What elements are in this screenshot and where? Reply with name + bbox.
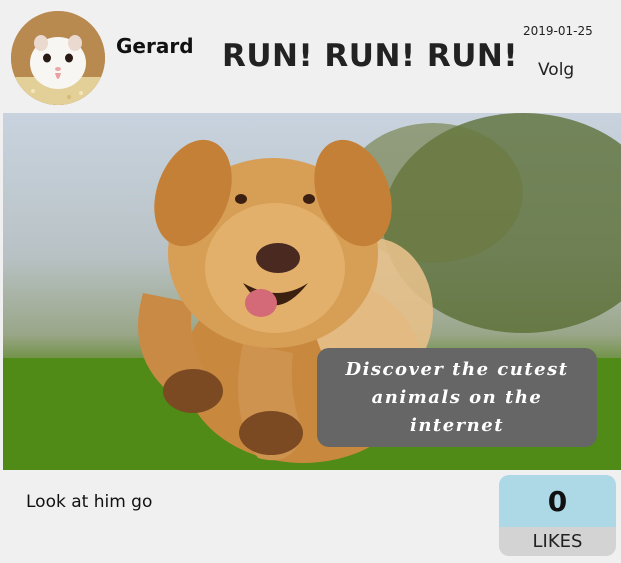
post-date: 2019-01-25 — [523, 24, 593, 38]
like-button[interactable]: 0 LIKES — [499, 475, 616, 556]
post-header: Gerard RUN! RUN! RUN! 2019-01-25 Volg — [0, 0, 621, 113]
post-footer: Look at him go 0 LIKES — [0, 470, 621, 563]
promo-text: Discover the cutest animals on the inter… — [345, 358, 569, 436]
post-photo: Discover the cutest animals on the inter… — [3, 113, 621, 470]
post-title: RUN! RUN! RUN! — [222, 38, 518, 74]
avatar[interactable] — [11, 11, 105, 105]
hamster-avatar-image — [11, 11, 105, 105]
likes-label: LIKES — [499, 527, 616, 556]
post-card: Gerard RUN! RUN! RUN! 2019-01-25 Volg Di… — [0, 0, 621, 563]
promo-banner[interactable]: Discover the cutest animals on the inter… — [317, 348, 597, 447]
follow-button[interactable]: Volg — [538, 60, 574, 80]
likes-count: 0 — [499, 475, 616, 527]
username[interactable]: Gerard — [116, 34, 194, 58]
post-caption: Look at him go — [26, 492, 153, 512]
